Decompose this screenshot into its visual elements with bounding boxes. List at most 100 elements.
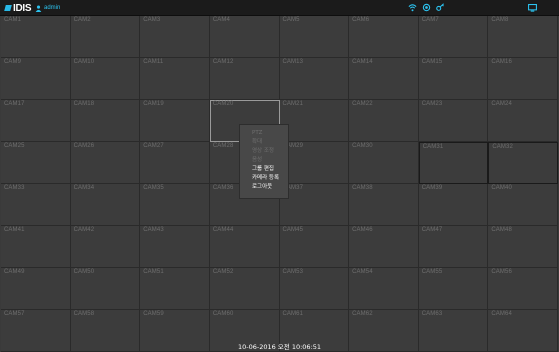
camera-tile[interactable]: CAM6: [349, 16, 419, 58]
camera-tile[interactable]: CAM39: [418, 184, 489, 226]
context-menu-item: 음성: [252, 157, 263, 163]
camera-tile[interactable]: CAM22: [349, 100, 419, 142]
camera-label: CAM54: [352, 269, 373, 275]
camera-tile[interactable]: CAM10: [70, 58, 141, 100]
camera-label: CAM13: [282, 59, 304, 65]
camera-label: CAM2: [73, 17, 91, 23]
camera-tile[interactable]: CAM51: [140, 268, 210, 310]
camera-tile[interactable]: CAM48: [488, 226, 558, 268]
camera-label: CAM10: [73, 59, 95, 65]
camera-tile[interactable]: CAM18: [70, 100, 141, 142]
camera-label: CAM51: [143, 269, 164, 275]
context-menu-item[interactable]: 그룹 편집: [240, 165, 288, 174]
camera-label: CAM38: [352, 185, 373, 191]
camera-tile[interactable]: CAM4: [209, 16, 280, 58]
camera-tile[interactable]: CAM40: [488, 184, 558, 226]
camera-tile[interactable]: CAM55: [418, 268, 489, 310]
camera-label: CAM21: [282, 101, 304, 107]
camera-tile[interactable]: CAM15: [418, 58, 489, 100]
camera-tile[interactable]: CAM52: [209, 268, 280, 310]
camera-tile[interactable]: CAM12: [209, 58, 280, 100]
camera-tile[interactable]: CAM33: [1, 184, 71, 226]
context-menu-item: 영상 조정: [252, 148, 274, 154]
camera-label: CAM22: [352, 101, 373, 107]
camera-tile[interactable]: CAM8: [488, 16, 558, 58]
camera-label: CAM17: [4, 101, 25, 107]
camera-tile[interactable]: CAM17: [1, 100, 71, 142]
camera-tile[interactable]: CAM11: [140, 58, 210, 100]
camera-tile[interactable]: CAM34: [70, 184, 141, 226]
user-name: admin: [44, 5, 61, 11]
camera-tile[interactable]: CAM25: [1, 142, 71, 184]
camera-tile[interactable]: CAM47: [418, 226, 489, 268]
camera-tile[interactable]: CAM24: [488, 100, 558, 142]
camera-label: CAM45: [282, 227, 304, 233]
camera-label: CAM36: [212, 185, 234, 191]
camera-tile[interactable]: CAM35: [140, 184, 210, 226]
date-time: 10-06-2016 오전 10:06:51: [237, 343, 322, 351]
camera-tile[interactable]: CAM2: [70, 16, 141, 58]
camera-label: CAM39: [421, 185, 443, 191]
camera-tile[interactable]: CAM14: [349, 58, 419, 100]
camera-tile[interactable]: CAM45: [279, 226, 350, 268]
camera-tile[interactable]: CAM38: [349, 184, 419, 226]
camera-tile[interactable]: CAM44: [209, 226, 280, 268]
camera-label: CAM43: [143, 227, 164, 233]
camera-label: CAM16: [491, 59, 512, 65]
camera-tile[interactable]: CAM56: [488, 268, 558, 310]
record-icon[interactable]: [422, 3, 431, 12]
camera-label: CAM6: [352, 17, 370, 23]
camera-tile[interactable]: CAM1: [1, 16, 71, 58]
camera-label: CAM61: [282, 311, 304, 317]
camera-label: CAM35: [143, 185, 164, 191]
camera-tile[interactable]: CAM37: [279, 184, 350, 226]
camera-tile[interactable]: CAM29: [279, 142, 350, 184]
camera-label: CAM46: [352, 227, 373, 233]
wifi-icon[interactable]: [408, 3, 417, 12]
camera-label: CAM31: [422, 144, 444, 150]
camera-tile[interactable]: CAM5: [279, 16, 350, 58]
camera-tile[interactable]: CAM43: [140, 226, 210, 268]
camera-tile[interactable]: CAM9: [1, 58, 71, 100]
camera-label: CAM15: [421, 59, 443, 65]
camera-tile[interactable]: CAM50: [70, 268, 141, 310]
camera-tile[interactable]: CAM7: [418, 16, 489, 58]
context-menu-item[interactable]: 카메라 등록: [240, 174, 288, 183]
camera-label: CAM53: [282, 269, 304, 275]
camera-label: CAM1: [4, 17, 22, 23]
camera-tile[interactable]: CAM13: [279, 58, 350, 100]
camera-label: CAM24: [491, 101, 512, 107]
camera-tile[interactable]: CAM41: [1, 226, 71, 268]
camera-tile[interactable]: CAM3: [140, 16, 210, 58]
key-icon[interactable]: [436, 3, 445, 12]
camera-tile[interactable]: CAM32: [488, 142, 558, 184]
camera-tile[interactable]: CAM21: [279, 100, 350, 142]
camera-label: CAM11: [143, 59, 164, 65]
context-menu-item[interactable]: 로그아웃: [240, 183, 288, 192]
camera-tile[interactable]: CAM23: [418, 100, 489, 142]
status-icons: [408, 3, 445, 12]
camera-label: CAM25: [4, 143, 25, 149]
camera-tile[interactable]: CAM27: [140, 142, 210, 184]
screen-layout-icon[interactable]: [528, 4, 537, 12]
camera-tile[interactable]: CAM16: [488, 58, 558, 100]
camera-tile[interactable]: CAM42: [70, 226, 141, 268]
camera-label: CAM28: [212, 143, 234, 149]
camera-label: CAM34: [73, 185, 95, 191]
camera-tile[interactable]: CAM31: [418, 142, 489, 184]
camera-tile[interactable]: CAM49: [1, 268, 71, 310]
camera-label: CAM26: [73, 143, 95, 149]
camera-tile[interactable]: CAM53: [279, 268, 350, 310]
camera-tile[interactable]: CAM54: [349, 268, 419, 310]
camera-tile[interactable]: CAM19: [140, 100, 210, 142]
user-icon: [35, 5, 42, 12]
camera-tile[interactable]: CAM30: [349, 142, 419, 184]
camera-label: CAM52: [212, 269, 234, 275]
user-indicator[interactable]: admin: [35, 3, 60, 13]
context-menu: PTZ 확대 영상 조정 음성 그룹 편집 카메라 등록 로그아웃: [239, 124, 289, 199]
camera-tile[interactable]: CAM26: [70, 142, 141, 184]
camera-tile[interactable]: CAM46: [349, 226, 419, 268]
camera-label: CAM27: [143, 143, 164, 149]
camera-label: CAM3: [143, 17, 161, 23]
camera-label: CAM12: [212, 59, 234, 65]
